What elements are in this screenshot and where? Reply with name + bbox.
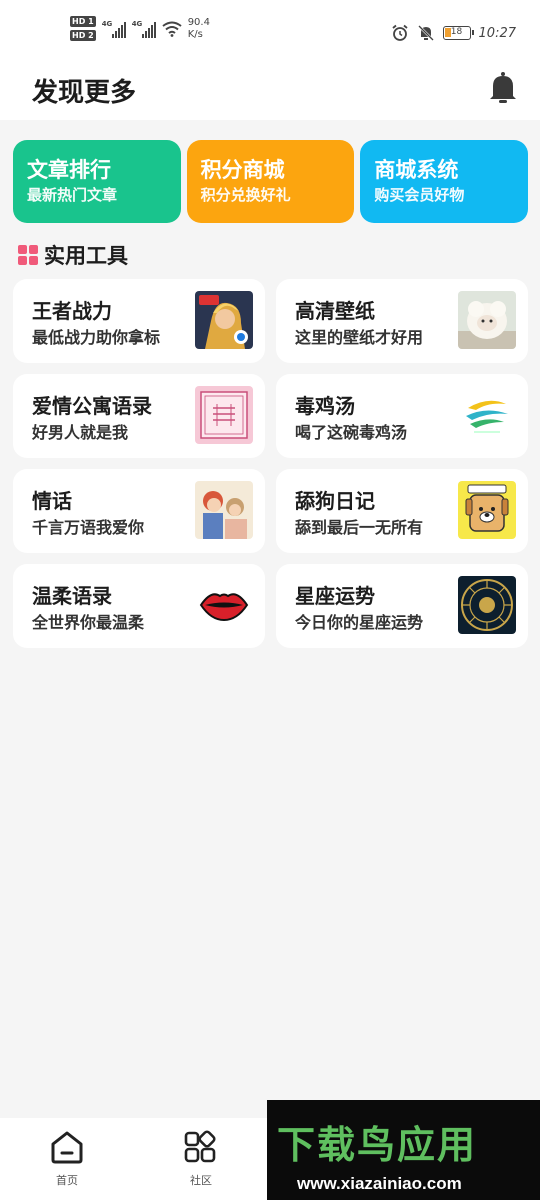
tool-title: 爱情公寓语录 bbox=[32, 394, 152, 418]
signal-1-icon: 4G bbox=[102, 20, 126, 38]
grid-icon bbox=[18, 245, 38, 265]
tool-card-poison-soup[interactable]: 毒鸡汤 喝了这碗毒鸡汤 bbox=[276, 374, 528, 458]
tool-title: 温柔语录 bbox=[32, 584, 112, 608]
card-title: 文章排行 bbox=[27, 158, 111, 182]
swirl-logo-icon bbox=[458, 386, 516, 444]
home-icon bbox=[51, 1131, 83, 1164]
alarm-icon bbox=[391, 24, 408, 41]
card-points-mall[interactable]: 积分商城 积分兑换好礼 bbox=[186, 140, 355, 223]
tool-subtitle: 千言万语我爱你 bbox=[32, 518, 145, 537]
status-bar: HD 1 HD 2 4G 4G 90.4 K/s 18 10:27 bbox=[0, 0, 540, 62]
wifi-icon bbox=[162, 21, 182, 37]
watermark-logo: 下载鸟应用 bbox=[277, 1123, 478, 1167]
tool-subtitle: 这里的壁纸才好用 bbox=[295, 328, 424, 347]
tools-grid: 王者战力 最低战力助你拿标 高清壁纸 这里的壁纸才好用 爱情公寓语录 好男人就是… bbox=[13, 279, 528, 648]
tool-title: 情话 bbox=[32, 489, 72, 513]
tool-subtitle: 最低战力助你拿标 bbox=[32, 328, 161, 347]
status-right: 18 10:27 bbox=[391, 24, 516, 42]
card-shop-system[interactable]: 商城系统 购买会员好物 bbox=[360, 140, 529, 223]
tool-title: 星座运势 bbox=[295, 584, 375, 608]
watermark: 下载鸟应用 www.xiazainiao.com bbox=[267, 1100, 540, 1200]
section-title: 实用工具 bbox=[44, 244, 128, 268]
tool-card-horoscope[interactable]: 星座运势 今日你的星座运势 bbox=[276, 564, 528, 648]
tool-card-love-apartment[interactable]: 爱情公寓语录 好男人就是我 bbox=[13, 374, 265, 458]
card-subtitle: 购买会员好物 bbox=[374, 186, 465, 204]
tool-card-hd-wallpaper[interactable]: 高清壁纸 这里的壁纸才好用 bbox=[276, 279, 528, 363]
card-title: 积分商城 bbox=[200, 158, 285, 182]
tool-card-dog-diary[interactable]: 舔狗日记 舔到最后一无所有 bbox=[276, 469, 528, 553]
tool-card-gentle-quotes[interactable]: 温柔语录 全世界你最温柔 bbox=[13, 564, 265, 648]
nav-community-label: 社区 bbox=[190, 1174, 212, 1187]
nav-home-label: 首页 bbox=[56, 1174, 78, 1187]
signal-2-icon: 4G bbox=[132, 20, 156, 38]
tool-title: 毒鸡汤 bbox=[295, 394, 355, 418]
watermark-url: www.xiazainiao.com bbox=[297, 1174, 462, 1193]
clock: 10:27 bbox=[478, 25, 516, 41]
header: 发现更多 bbox=[0, 62, 540, 120]
tool-title: 高清壁纸 bbox=[295, 299, 375, 323]
mute-icon bbox=[417, 25, 434, 41]
love-apartment-icon bbox=[195, 386, 253, 444]
nav-home[interactable]: 首页 bbox=[37, 1130, 97, 1188]
battery-icon: 18 bbox=[442, 26, 474, 40]
card-article-ranking[interactable]: 文章排行 最新热门文章 bbox=[13, 140, 181, 223]
tool-title: 舔狗日记 bbox=[295, 489, 375, 513]
dog-cartoon-icon bbox=[458, 481, 516, 539]
zodiac-wheel-icon bbox=[458, 576, 516, 634]
sim2-badge: HD 2 bbox=[70, 30, 96, 41]
sim1-badge: HD 1 bbox=[70, 16, 96, 27]
sheep-plush-icon bbox=[458, 291, 516, 349]
status-left: HD 1 HD 2 4G 4G 90.4 K/s bbox=[70, 16, 210, 41]
tool-card-love-words[interactable]: 情话 千言万语我爱你 bbox=[13, 469, 265, 553]
tool-subtitle: 今日你的星座运势 bbox=[295, 613, 424, 632]
tool-subtitle: 舔到最后一无所有 bbox=[295, 518, 424, 537]
tool-title: 王者战力 bbox=[32, 299, 112, 323]
game-hero-icon bbox=[195, 291, 253, 349]
top-cards: 文章排行 最新热门文章 积分商城 积分兑换好礼 商城系统 购买会员好物 bbox=[13, 140, 529, 223]
nav-community[interactable]: 社区 bbox=[171, 1130, 231, 1188]
card-title: 商城系统 bbox=[374, 158, 459, 182]
lips-icon bbox=[195, 576, 253, 634]
section-header: 实用工具 bbox=[18, 240, 128, 270]
tool-subtitle: 喝了这碗毒鸡汤 bbox=[295, 423, 408, 442]
card-subtitle: 最新热门文章 bbox=[27, 186, 118, 204]
apps-icon bbox=[184, 1130, 216, 1163]
network-speed: 90.4 K/s bbox=[187, 16, 210, 40]
tool-card-king-power[interactable]: 王者战力 最低战力助你拿标 bbox=[13, 279, 265, 363]
bell-icon[interactable] bbox=[488, 72, 518, 104]
couple-illustration-icon bbox=[195, 481, 253, 539]
tool-subtitle: 全世界你最温柔 bbox=[32, 613, 145, 632]
tool-subtitle: 好男人就是我 bbox=[32, 423, 129, 442]
page-title: 发现更多 bbox=[32, 78, 137, 108]
card-subtitle: 积分兑换好礼 bbox=[200, 186, 291, 204]
